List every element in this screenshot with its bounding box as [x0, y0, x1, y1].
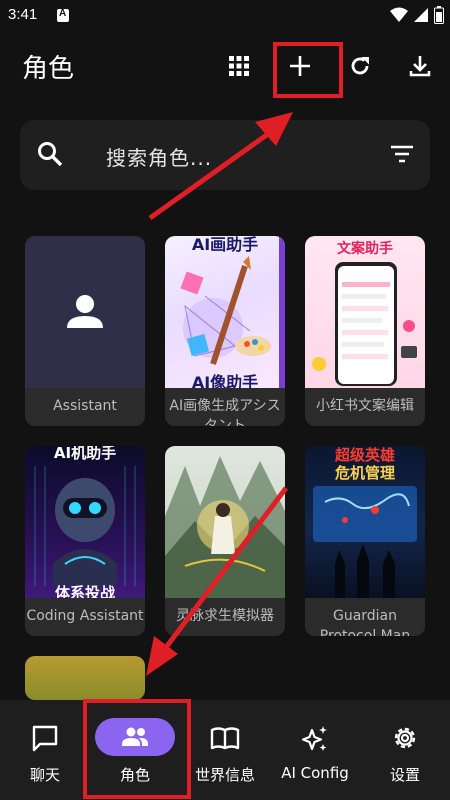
grid-view-button[interactable]	[219, 46, 259, 86]
character-name: 灵脉求生模拟器	[165, 598, 285, 636]
annotation-box-characters	[83, 699, 191, 799]
avatar-text-bottom: 体系投战	[55, 584, 115, 598]
character-card-guardian[interactable]: 超级英雄 危机管理 Guardian Protocol Man	[305, 446, 425, 636]
character-avatar: 超级英雄 危机管理	[305, 446, 425, 598]
grid-icon	[229, 56, 249, 76]
character-card-coding[interactable]: AI机助手 体系投战 Coding Assistant	[25, 446, 145, 636]
avatar-text-top-2: 危机管理	[335, 464, 395, 482]
refresh-icon	[351, 57, 369, 75]
character-card-lingmai[interactable]: 灵脉求生模拟器	[165, 446, 285, 636]
character-name: Assistant	[25, 388, 145, 426]
nav-settings[interactable]: 设置	[360, 700, 450, 800]
search-icon	[38, 142, 63, 167]
sparkle-icon	[301, 726, 327, 751]
character-card-ai-image[interactable]: AI画助手 AI像助手 AI画像生成アシスタント	[165, 236, 285, 426]
app-bar: 角色	[0, 32, 450, 100]
character-name: AI画像生成アシスタント	[165, 388, 285, 426]
status-icons	[390, 6, 444, 24]
avatar-text-bottom: AI像助手	[192, 373, 258, 388]
download-icon	[409, 56, 431, 77]
chat-icon	[32, 725, 58, 752]
wifi-icon	[390, 7, 408, 22]
character-card-forest[interactable]	[25, 656, 145, 700]
nav-label: 设置	[389, 766, 420, 784]
nav-label: 聊天	[29, 766, 60, 784]
character-avatar	[165, 446, 285, 598]
character-name: Guardian Protocol Man	[305, 598, 425, 636]
avatar-text-top: AI画助手	[192, 236, 258, 254]
bottom-navigation: 聊天 角色 世界信息 AI Config 设置	[0, 700, 450, 800]
character-name: Coding Assistant	[25, 598, 145, 636]
gear-icon	[394, 727, 416, 749]
signal-icon	[414, 8, 428, 22]
annotation-box-add	[273, 42, 343, 98]
character-name: 小红书文案编辑	[305, 388, 425, 426]
character-card-assistant[interactable]: Assistant	[25, 236, 145, 426]
download-button[interactable]	[400, 46, 440, 86]
nav-world-info[interactable]: 世界信息	[180, 700, 270, 800]
avatar-text-top: 文案助手	[337, 240, 393, 257]
person-icon	[67, 295, 103, 328]
character-avatar: AI画助手 AI像助手	[165, 236, 285, 392]
book-icon	[210, 727, 240, 750]
avatar-text-top: 超级英雄	[334, 446, 395, 464]
nav-label: 世界信息	[194, 766, 255, 784]
nav-label: AI Config	[281, 764, 349, 782]
avatar-text-top: AI机助手	[54, 446, 116, 462]
refresh-button[interactable]	[340, 46, 380, 86]
notification-icon	[57, 8, 69, 22]
battery-icon	[434, 6, 444, 24]
character-card-xiaohongshu[interactable]: 文案助手 小红书文案编辑	[305, 236, 425, 426]
search-bar[interactable]: 搜索角色...	[20, 120, 430, 190]
status-bar: 3:41	[0, 0, 450, 32]
status-time: 3:41	[8, 6, 38, 23]
filter-icon[interactable]	[390, 142, 414, 166]
character-avatar	[25, 236, 145, 388]
nav-ai-config[interactable]: AI Config	[270, 700, 360, 800]
character-avatar: AI机助手 体系投战	[25, 446, 145, 602]
character-avatar	[25, 656, 145, 700]
nav-chat[interactable]: 聊天	[0, 700, 90, 800]
page-title: 角色	[22, 54, 75, 84]
search-input[interactable]: 搜索角色...	[106, 142, 212, 171]
character-avatar: 文案助手	[305, 236, 425, 388]
